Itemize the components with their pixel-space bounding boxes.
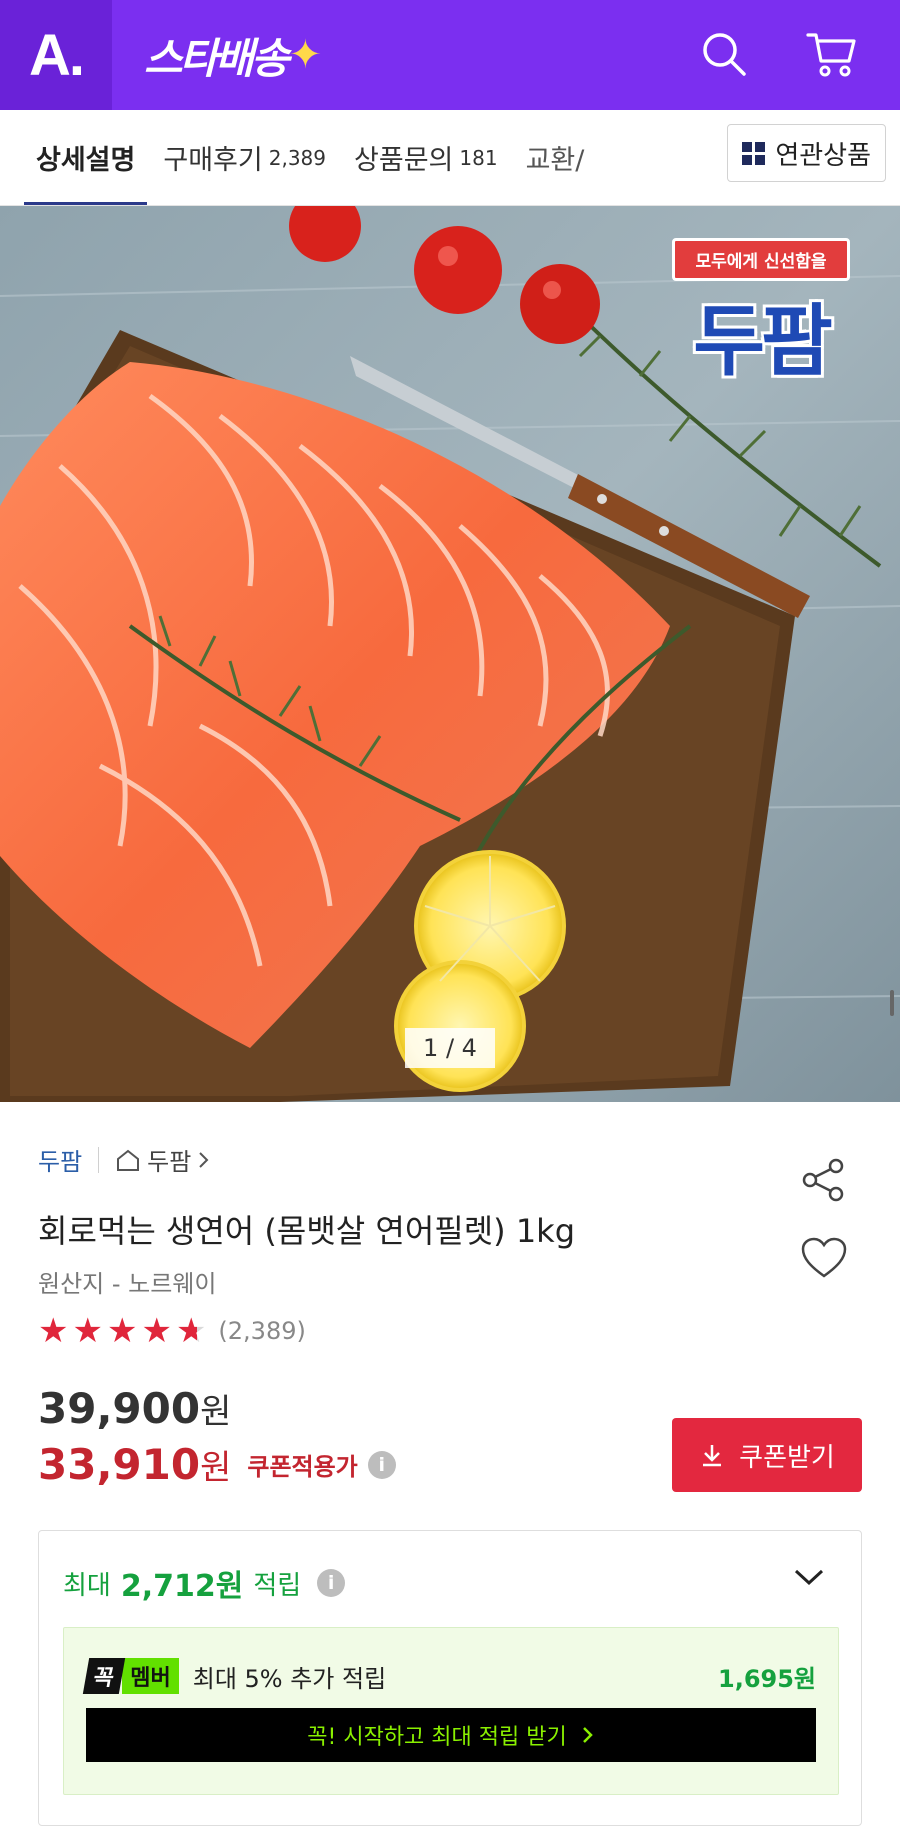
reward-amount: 2,712원 [120, 1569, 244, 1604]
get-coupon-label: 쿠폰받기 [739, 1442, 835, 1473]
tab-inquiries[interactable]: 상품문의 181 [340, 110, 512, 205]
star-icon: ★ [106, 1311, 138, 1351]
reward-panel: 최대 2,712원 적립 i 꼭 멤버 최대 5% 추가 적립 1,695원 꼭… [38, 1530, 862, 1826]
scroll-indicator [890, 990, 894, 1016]
home-icon [117, 1149, 140, 1171]
tab-label: 상품문의 [354, 145, 454, 176]
original-price-value: 39,900 [38, 1384, 201, 1433]
member-benefit-text: 최대 5% 추가 적립 [192, 1664, 387, 1693]
reward-prefix: 최대 [63, 1570, 111, 1601]
product-image-gallery[interactable]: 모두에게 신선함을 두팜 1 / 4 [0, 206, 900, 1102]
download-icon [703, 1445, 722, 1467]
search-button[interactable] [696, 26, 752, 82]
member-badge: 멤버 [122, 1658, 179, 1694]
chevron-right-icon [199, 1151, 209, 1168]
tab-label: 교환/ [525, 145, 585, 176]
store-name: 두팜 [147, 1148, 192, 1176]
start-membership-button[interactable]: 꼭! 시작하고 최대 적립 받기 [86, 1708, 816, 1762]
image-counter: 1 / 4 [405, 1028, 495, 1068]
coupon-price-label: 쿠폰적용가 [247, 1453, 358, 1481]
star-delivery-text: 스타배송 [144, 33, 290, 83]
member-benefit-box: 꼭 멤버 최대 5% 추가 적립 1,695원 꼭! 시작하고 최대 적립 받기 [63, 1627, 839, 1795]
detail-tabs: 상세설명 구매후기 2,389 상품문의 181 교환/ 연관상품 [0, 110, 900, 206]
store-link[interactable]: 두팜 [115, 1142, 211, 1177]
product-origin: 원산지 - 노르웨이 [38, 1270, 217, 1298]
top-app-bar: A. 스타배송 ✦ [0, 0, 900, 110]
currency-label: 원 [200, 1448, 232, 1488]
rating[interactable]: ★ ★ ★ ★ ★ (2,389) [38, 1314, 306, 1348]
star-delivery-logo[interactable]: 스타배송 ✦ [144, 25, 322, 86]
half-star-icon: ★ [175, 1311, 207, 1351]
grid-icon [742, 141, 766, 165]
breadcrumb: 두팜 두팜 [38, 1142, 211, 1177]
app-logo[interactable]: A. [0, 0, 112, 110]
reward-summary[interactable]: 최대 2,712원 적립 i [63, 1561, 346, 1605]
start-membership-label: 꼭! 시작하고 최대 적립 받기 [307, 1725, 567, 1750]
star-icon: ★ [38, 1311, 69, 1351]
tab-exchange[interactable]: 교환/ [512, 110, 599, 205]
search-icon [703, 33, 746, 76]
member-benefit-row: 꼭 멤버 최대 5% 추가 적립 1,695원 [82, 1658, 816, 1694]
logo-text: A. [29, 22, 85, 88]
review-count: (2,389) [218, 1317, 306, 1345]
original-price: 39,900원 [38, 1384, 231, 1433]
kkok-badge: 꼭 [82, 1658, 126, 1694]
tab-count: 181 [459, 145, 498, 170]
star-icon: ★ [72, 1311, 103, 1351]
sale-price-row: 33,910원 쿠폰적용가 i [38, 1440, 396, 1489]
tab-count: 2,389 [268, 145, 327, 170]
brand-stamp-name: 두팜 [693, 297, 833, 387]
heart-icon [801, 1237, 847, 1278]
info-icon[interactable]: i [367, 1450, 396, 1479]
currency-label: 원 [200, 1392, 232, 1432]
wishlist-button[interactable] [800, 1236, 848, 1284]
related-products-button[interactable]: 연관상품 [727, 124, 886, 182]
chevron-right-icon [582, 1727, 593, 1743]
brand-slogan: 모두에게 신선함을 [672, 238, 850, 281]
sparkle-icon: ✦ [288, 32, 323, 78]
star-icon: ★ [141, 1311, 172, 1351]
get-coupon-button[interactable]: 쿠폰받기 [672, 1418, 862, 1492]
sale-price-value: 33,910 [38, 1440, 201, 1489]
expand-reward-button[interactable] [793, 1567, 825, 1591]
tab-reviews[interactable]: 구매후기 2,389 [149, 110, 340, 205]
chevron-down-icon [794, 1569, 824, 1586]
brand-link[interactable]: 두팜 [38, 1142, 82, 1177]
tab-label: 상세설명 [36, 145, 136, 176]
cart-button[interactable] [804, 26, 860, 82]
share-icon [802, 1158, 844, 1202]
brand-stamp: 모두에게 신선함을 두팜 [672, 238, 850, 391]
tab-description[interactable]: 상세설명 [22, 110, 149, 205]
reward-suffix: 적립 [253, 1570, 302, 1601]
share-button[interactable] [800, 1156, 848, 1208]
cart-icon [806, 33, 856, 77]
related-products-label: 연관상품 [775, 140, 871, 171]
product-title: 회로먹는 생연어 (몸뱃살 연어필렛) 1kg [38, 1212, 576, 1250]
member-bonus-amount: 1,695원 [718, 1664, 816, 1693]
info-icon[interactable]: i [317, 1569, 346, 1597]
divider [98, 1146, 100, 1173]
tab-label: 구매후기 [163, 145, 263, 176]
sale-price: 33,910원 [38, 1440, 231, 1489]
